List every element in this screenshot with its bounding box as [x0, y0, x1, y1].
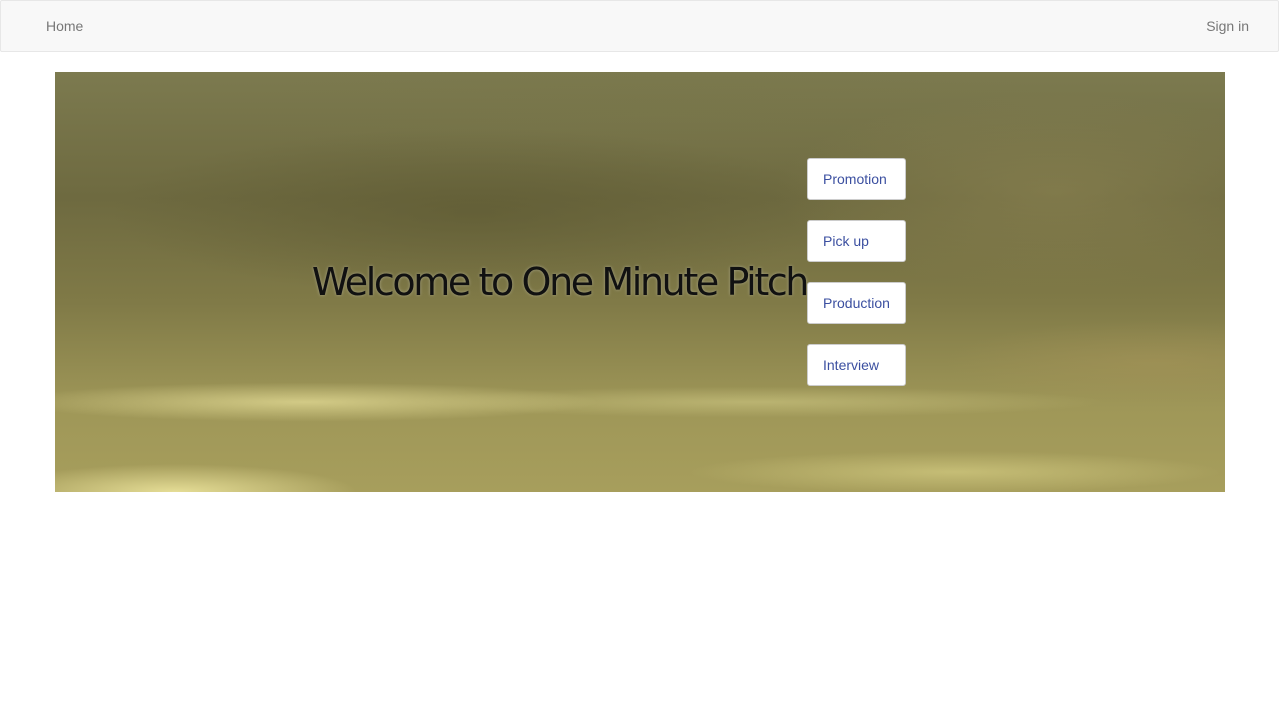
- nav-home-link[interactable]: Home: [46, 1, 83, 51]
- nav-signin-link[interactable]: Sign in: [1206, 1, 1249, 51]
- promotion-button[interactable]: Promotion: [807, 158, 906, 200]
- top-navbar: Home Sign in: [0, 0, 1279, 52]
- hero-banner: Welcome to One Minute Pitch Promotion Pi…: [55, 72, 1225, 492]
- pick-up-button[interactable]: Pick up: [807, 220, 906, 262]
- hero-title: Welcome to One Minute Pitch: [311, 260, 810, 304]
- category-button-group: Promotion Pick up Production Interview: [807, 158, 906, 406]
- production-button[interactable]: Production: [807, 282, 906, 324]
- interview-button[interactable]: Interview: [807, 344, 906, 386]
